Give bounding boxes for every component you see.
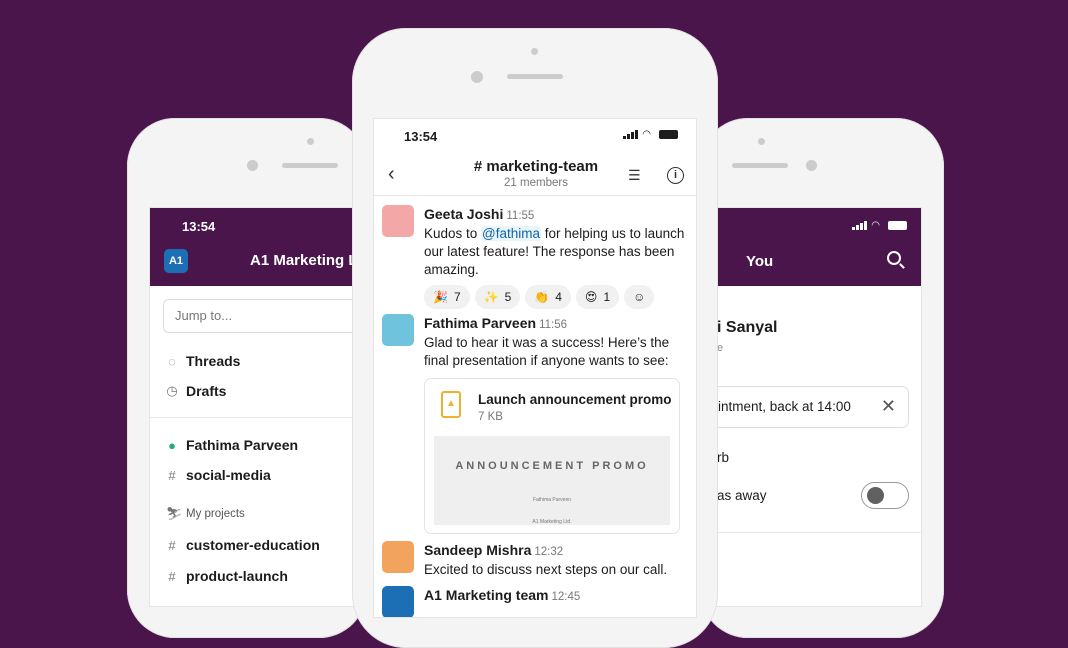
left-header: 13:54 A1 A1 Marketing L xyxy=(150,208,363,286)
speaker xyxy=(507,74,563,79)
drafts-icon: ◷ xyxy=(166,383,178,398)
timestamp: 11:55 xyxy=(506,210,535,222)
avatar xyxy=(382,586,414,617)
message-text: Kudos to @fathima for helping us to laun… xyxy=(424,226,685,277)
speaker xyxy=(732,163,788,168)
sensor xyxy=(758,138,765,145)
signal-icon xyxy=(623,130,639,139)
search-icon-handle xyxy=(899,263,905,269)
battery-icon xyxy=(888,221,907,230)
camera xyxy=(806,160,817,171)
left-screen: 13:54 A1 A1 Marketing L Jump to... ◌ Thre… xyxy=(149,207,364,607)
status-text: intment, back at 14:00 xyxy=(718,399,851,414)
sidebar-item-threads[interactable]: ◌ Threads xyxy=(166,353,240,369)
workspace-badge[interactable]: A1 xyxy=(164,249,188,273)
preview-title: ANNOUNCEMENT PROMO xyxy=(455,460,649,472)
message-text: Excited to discuss next steps on our cal… xyxy=(424,562,668,577)
avatar xyxy=(382,205,414,237)
dnd-label: rb xyxy=(717,450,730,465)
reaction-clap[interactable]: 👏 4 xyxy=(525,285,571,309)
status-icons: ◠ xyxy=(623,129,678,140)
away-label: as away xyxy=(717,488,767,503)
file-size: 7 KB xyxy=(478,411,503,423)
camera xyxy=(247,160,258,171)
file-attachment[interactable]: ▲ Launch announcement promo 7 KB ANNOUNC… xyxy=(424,378,680,534)
right-screen: ◠ You i Sanyal e intment, back at 14:00 … xyxy=(700,207,922,607)
preview-line1: Fathima Parveen xyxy=(532,497,572,503)
preview-line2: A1 Marketing Ltd. xyxy=(532,519,572,525)
reactions: 🎉 7 ✨ 5 👏 4 😍 1 ☺ xyxy=(424,285,688,309)
battery-icon xyxy=(659,130,678,139)
wifi-icon: ◠ xyxy=(642,129,651,140)
sidebar-item-customer-education[interactable]: # customer-education xyxy=(166,537,319,553)
hash-icon: # xyxy=(168,467,176,483)
file-icon: ▲ xyxy=(441,391,461,418)
timestamp: 12:45 xyxy=(551,591,581,603)
avatar xyxy=(382,541,414,573)
reaction-tada[interactable]: 🎉 7 xyxy=(424,285,470,309)
hash-icon: # xyxy=(168,568,176,584)
message-a1-team: A1 Marketing team 12:45 xyxy=(382,586,688,617)
author-name[interactable]: Geeta Joshi xyxy=(424,206,503,222)
page-title: You xyxy=(746,253,774,270)
avatar xyxy=(382,314,414,346)
wifi-icon: ◠ xyxy=(871,220,880,231)
status-icons: ◠ xyxy=(852,220,907,231)
hash-icon: # xyxy=(168,537,176,553)
away-toggle[interactable] xyxy=(861,482,909,509)
reaction-heart-eyes[interactable]: 😍 1 xyxy=(575,285,620,309)
divider xyxy=(150,417,363,418)
status-time: 13:54 xyxy=(182,219,216,234)
user-name: i Sanyal xyxy=(717,319,778,336)
toggle-knob xyxy=(867,487,884,504)
presence-icon: ● xyxy=(168,437,176,453)
speaker xyxy=(282,163,338,168)
timestamp: 11:56 xyxy=(539,319,567,331)
status-field[interactable]: intment, back at 14:00 ✕ xyxy=(701,386,909,428)
search-in-channel-icon[interactable]: ☰ xyxy=(628,167,641,184)
author-name[interactable]: Sandeep Mishra xyxy=(424,542,531,558)
channel-title[interactable]: # marketing-team xyxy=(374,158,696,175)
message-geeta: Geeta Joshi 11:55 Kudos to @fathima for h… xyxy=(382,205,688,309)
sidebar-item-drafts[interactable]: ◷ Drafts xyxy=(166,383,226,399)
message-fathima: Fathima Parveen 11:56 Glad to hear it was… xyxy=(382,314,688,534)
workspace-name: A1 Marketing L xyxy=(250,252,358,269)
sidebar-item-social-media[interactable]: # social-media xyxy=(166,467,270,483)
section-my-projects[interactable]: ⛷ My projects xyxy=(166,506,245,522)
right-header: ◠ You xyxy=(701,208,921,286)
sensor xyxy=(307,138,314,145)
signal-icon xyxy=(852,221,868,230)
threads-icon: ◌ xyxy=(168,353,176,369)
timestamp: 12:32 xyxy=(534,546,564,558)
member-count[interactable]: 21 members xyxy=(374,177,696,189)
center-screen: 13:54 ◠ ‹ # marketing-team 21 members ☰ … xyxy=(373,118,697,618)
author-name[interactable]: Fathima Parveen xyxy=(424,315,536,331)
message-text: Glad to hear it was a success! Here’s th… xyxy=(424,335,670,368)
file-name: Launch announcement promo xyxy=(478,392,672,407)
divider xyxy=(701,532,921,533)
status-time: 13:54 xyxy=(404,129,438,144)
message-sandeep: Sandeep Mishra 12:32 Excited to discuss n… xyxy=(382,541,688,581)
file-preview[interactable]: ANNOUNCEMENT PROMO Fathima Parveen A1 Ma… xyxy=(434,436,670,525)
clear-status-icon[interactable]: ✕ xyxy=(881,396,896,417)
sidebar-item-product-launch[interactable]: # product-launch xyxy=(166,568,288,584)
projects-icon: ⛷ xyxy=(166,506,183,521)
sidebar-item-fathima[interactable]: ● Fathima Parveen xyxy=(166,437,298,453)
reaction-sparkles[interactable]: ✨ 5 xyxy=(474,285,521,309)
sensor xyxy=(531,48,538,55)
jump-to-input[interactable]: Jump to... xyxy=(163,299,363,333)
divider xyxy=(374,195,696,196)
info-icon[interactable]: i xyxy=(667,167,684,184)
add-reaction-icon[interactable]: ☺ xyxy=(624,285,655,309)
mention[interactable]: @fathima xyxy=(481,226,542,241)
camera xyxy=(471,71,483,83)
